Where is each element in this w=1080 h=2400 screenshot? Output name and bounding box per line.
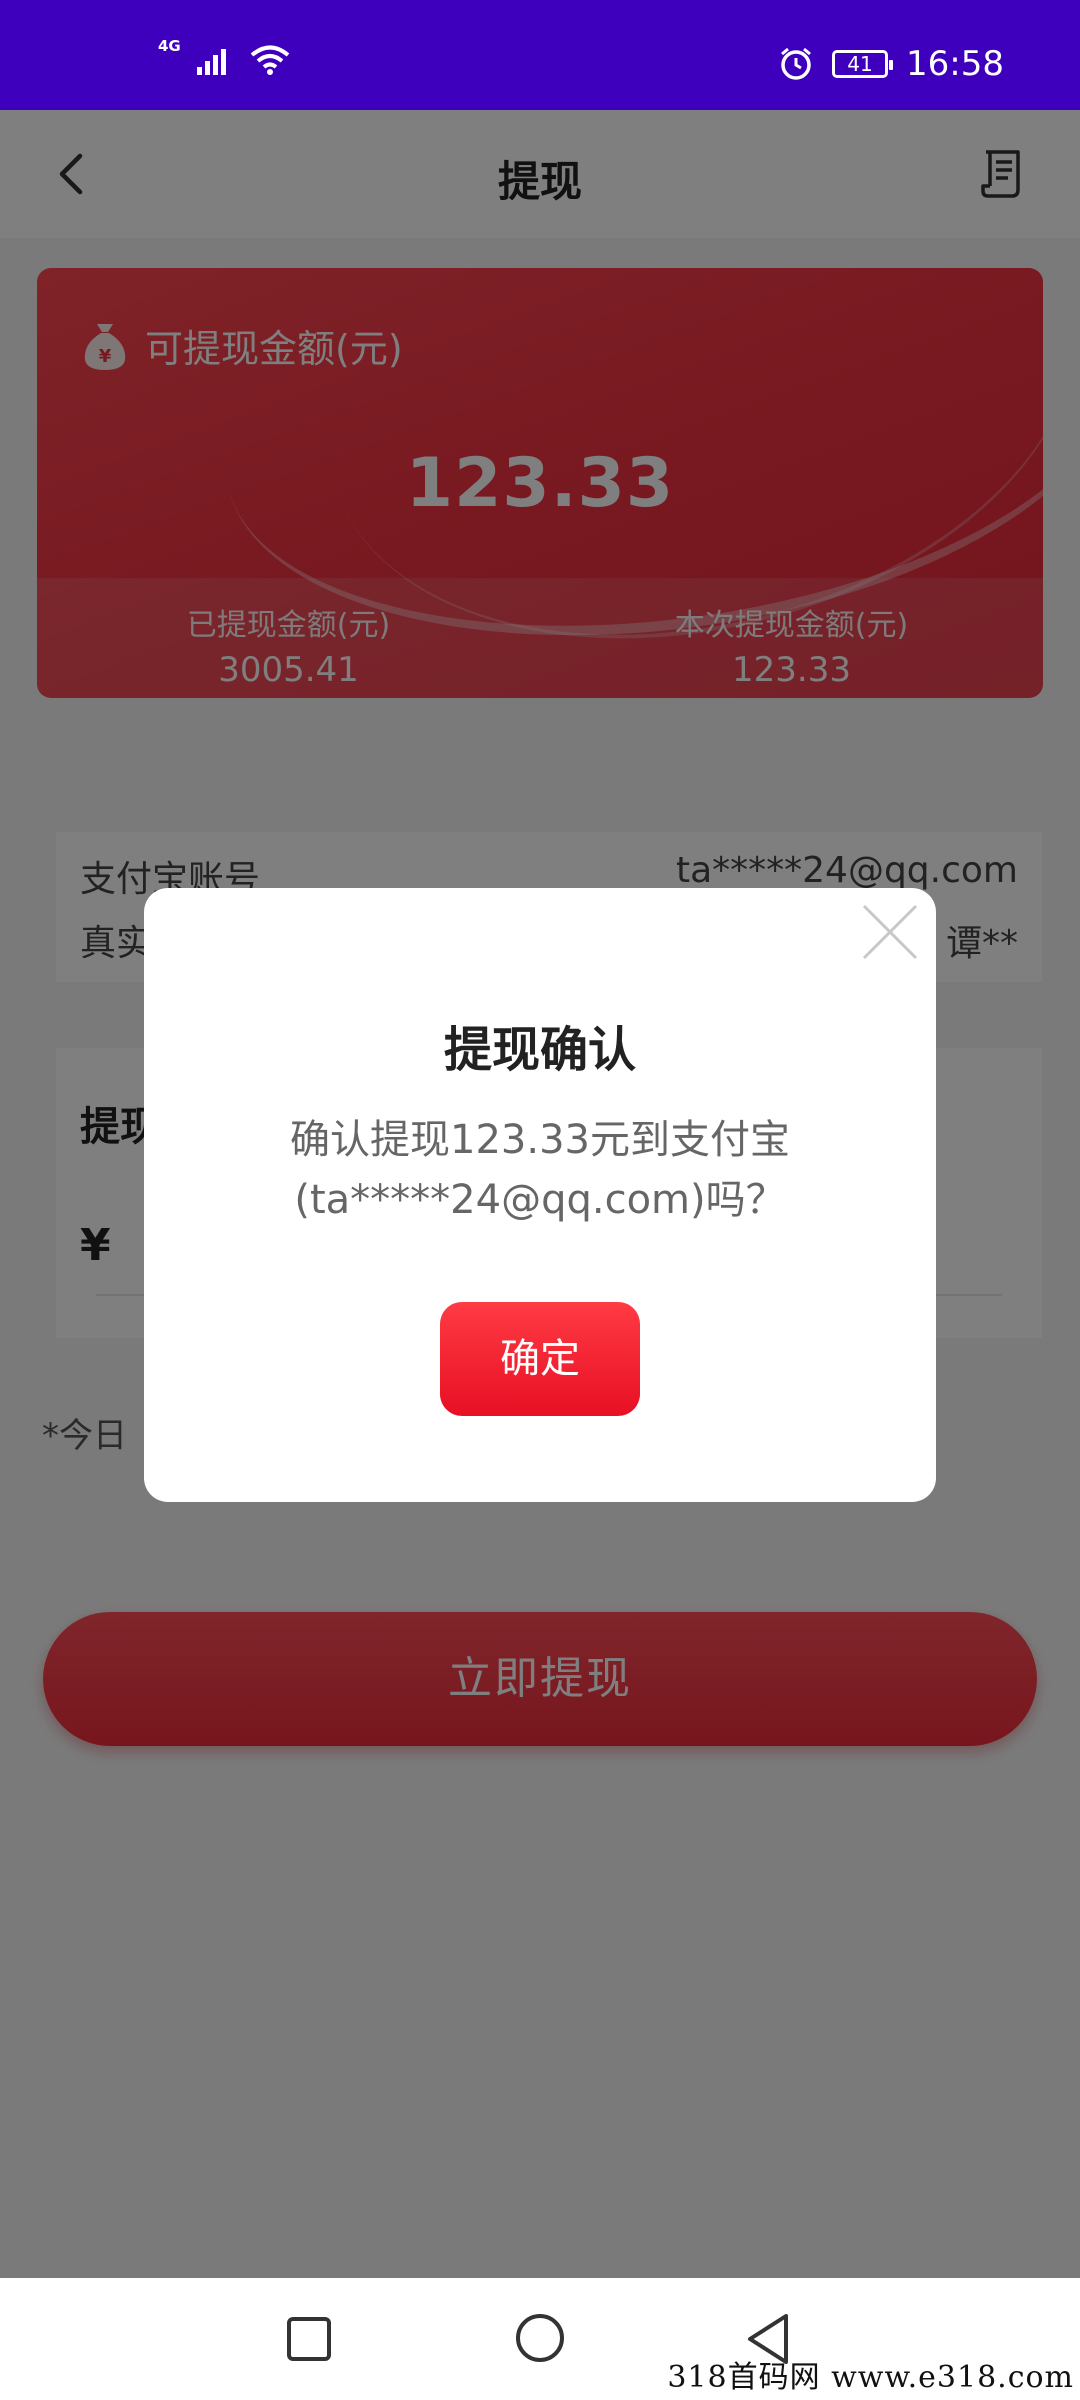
- watermark-text: 318首码网 www.e318.com: [667, 2360, 1074, 2395]
- dialog-message-line2: (ta*****24@qq.com)吗？: [294, 1177, 786, 1223]
- battery-icon: 41: [832, 50, 894, 78]
- wifi-icon: [250, 45, 290, 75]
- confirm-button[interactable]: 确定: [440, 1302, 640, 1416]
- app-screen: 4G 41 16:58 提现确认 确认提现123.33元到支付宝 (ta****…: [0, 0, 1080, 2400]
- status-bar: 4G 41 16:58: [0, 0, 1080, 110]
- close-icon[interactable]: [858, 900, 922, 964]
- recent-apps-icon[interactable]: [286, 2316, 332, 2362]
- dialog-message: 确认提现123.33元到支付宝 (ta*****24@qq.com)吗？: [144, 1110, 936, 1230]
- system-nav-bar: 318首码网 www.e318.com: [0, 2278, 1080, 2400]
- dialog-message-line1: 确认提现123.33元到支付宝: [290, 1117, 790, 1163]
- home-icon[interactable]: [514, 2312, 566, 2364]
- alarm-icon: [781, 47, 811, 80]
- dialog-title: 提现确认: [443, 1022, 636, 1078]
- status-right: 41 16:58: [778, 44, 1004, 84]
- withdraw-confirm-dialog: 提现确认 确认提现123.33元到支付宝 (ta*****24@qq.com)吗…: [144, 888, 936, 1502]
- signal-icon: [196, 49, 226, 75]
- status-left: 4G: [158, 37, 291, 76]
- network-type: 4G: [158, 37, 181, 55]
- status-time: 16:58: [906, 44, 1004, 84]
